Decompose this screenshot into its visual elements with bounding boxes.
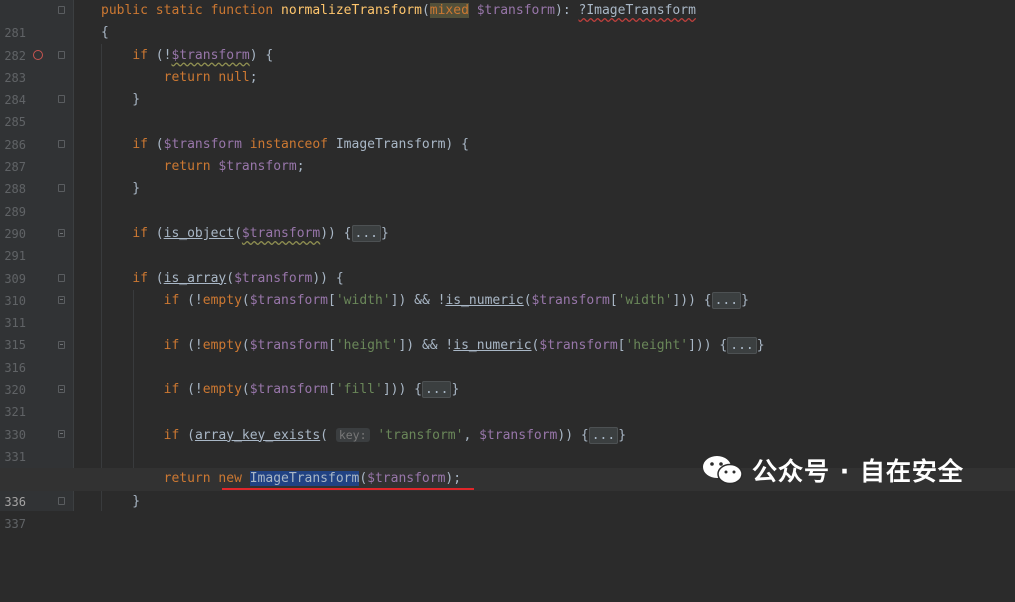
fold-marker-icon[interactable] — [58, 6, 65, 14]
code-line[interactable]: 281 public static function normalizeTran… — [0, 0, 1015, 40]
code-line[interactable]: 315 — [0, 312, 1015, 352]
folded-region[interactable]: ... — [727, 336, 757, 354]
code-line[interactable]: 289 } — [0, 178, 1015, 218]
code-line[interactable]: 311 if (!empty($transform['width']) && !… — [0, 290, 1015, 330]
fold-expand-icon[interactable] — [58, 229, 65, 237]
fold-marker-icon[interactable] — [58, 496, 65, 505]
fold-expand-icon[interactable] — [58, 429, 65, 438]
watermark: 公众号 · 自在安全 — [700, 450, 964, 490]
fold-expand-icon[interactable] — [58, 385, 65, 394]
fold-marker-icon[interactable] — [58, 184, 65, 193]
code-line[interactable]: 287 if ($transform instanceof ImageTrans… — [0, 134, 1015, 174]
breakpoint-icon[interactable] — [33, 49, 43, 60]
code-line[interactable]: 331 if (array_key_exists( key: 'transfor… — [0, 424, 1015, 464]
code-line[interactable]: 290 — [0, 201, 1015, 241]
code-line[interactable]: 284 return null; — [0, 67, 1015, 107]
code-line[interactable]: 321 if (!empty($transform['fill'])) {...… — [0, 379, 1015, 419]
selected-text[interactable]: ImageTransform — [249, 471, 360, 487]
wechat-icon — [703, 456, 743, 485]
parameter-hint: key: — [335, 427, 370, 442]
line-number: 337 — [4, 516, 26, 531]
fold-expand-icon[interactable] — [58, 340, 65, 349]
code-line[interactable]: 310 if (is_array($transform)) { — [0, 268, 1015, 308]
code-line[interactable]: 320 — [0, 357, 1015, 397]
fold-marker-icon[interactable] — [58, 273, 65, 282]
code-line[interactable]: 283 if (!$transform) { — [0, 45, 1015, 85]
folded-region[interactable]: ... — [421, 381, 452, 399]
code-line[interactable]: 282 { — [0, 22, 1015, 62]
code-line[interactable]: 309 — [0, 245, 1015, 286]
fold-expand-icon[interactable] — [58, 295, 65, 304]
code-line[interactable]: 288 return $transform; — [0, 156, 1015, 196]
fold-marker-icon[interactable] — [58, 95, 65, 104]
folded-region[interactable]: ... — [711, 291, 742, 309]
code-line[interactable]: 316 if (!empty($transform['height']) && … — [0, 335, 1015, 375]
watermark-text: 公众号 · 自在安全 — [752, 457, 964, 486]
code-line[interactable]: 291 if (is_object($transform)) {...} — [0, 223, 1015, 263]
folded-region[interactable]: ... — [588, 426, 619, 444]
red-underline-annotation — [222, 488, 474, 490]
code-line[interactable]: 337 } — [0, 491, 1015, 531]
code-line[interactable]: 286 — [0, 112, 1015, 152]
fold-marker-icon[interactable] — [58, 50, 65, 59]
code-line[interactable]: 285 } — [0, 89, 1015, 129]
fold-marker-icon[interactable] — [58, 139, 65, 148]
code-line[interactable]: 330 — [0, 401, 1015, 442]
code-editor[interactable]: 281 public static function normalizeTran… — [0, 0, 1015, 531]
folded-region[interactable]: ... — [351, 225, 381, 242]
